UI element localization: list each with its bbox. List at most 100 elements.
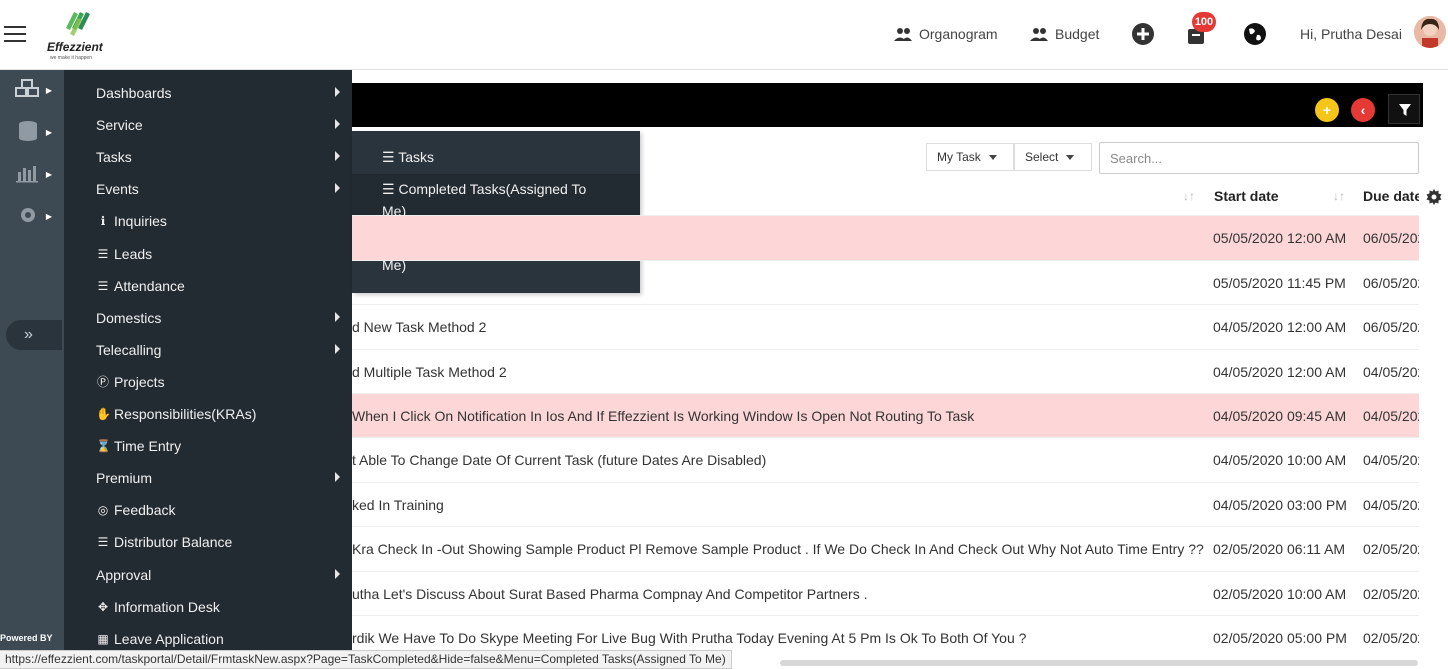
menu-item-distributor-balance[interactable]: ☰ Distributor Balance: [64, 526, 352, 558]
menu-item-responsibilities-kras[interactable]: ✋ Responsibilities(KRAs): [64, 398, 352, 430]
sidebar-expand-button[interactable]: »: [6, 320, 62, 350]
table-row[interactable]: d Multiple Task Method 2 04/05/2020 12:00…: [352, 349, 1419, 394]
content-header-bar: [352, 83, 1423, 127]
due-date-cell: 04/05/2020: [1363, 408, 1419, 424]
menu-item-events[interactable]: Events: [64, 173, 352, 205]
caret-down-icon: [1066, 155, 1075, 161]
menu-item-label: Time Entry: [114, 438, 182, 455]
database-icon: [19, 121, 37, 141]
filter-button[interactable]: [1388, 94, 1420, 124]
menu-item-tasks[interactable]: Tasks: [64, 141, 352, 173]
table-row[interactable]: 05/05/2020 11:45 PM 06/05/2020: [352, 260, 1419, 305]
menu-item-projects[interactable]: Ⓟ Projects: [64, 366, 352, 398]
start-date-cell: 04/05/2020 12:00 AM: [1213, 364, 1347, 380]
chevron-right-icon: [335, 472, 340, 483]
back-button[interactable]: ‹: [1351, 98, 1375, 122]
menu-item-label: Responsibilities(KRAs): [114, 406, 257, 422]
table-row[interactable]: d New Task Method 2 04/05/2020 12:00 AM 06…: [352, 304, 1419, 349]
menu-item-label: Feedback: [114, 502, 176, 519]
menu-item-label: Attendance: [114, 277, 185, 294]
menu-item-label: Approval: [96, 566, 152, 583]
menu-item-information-desk[interactable]: ✥ Information Desk: [64, 591, 352, 623]
column-due-date[interactable]: Due date: [1363, 188, 1419, 204]
menu-item-approval[interactable]: Approval: [64, 559, 352, 591]
menu-item-label: Leads: [114, 245, 153, 262]
submenu-item-tasks[interactable]: ☰ Tasks: [352, 146, 640, 168]
sort-icon[interactable]: ↓↑: [1333, 189, 1345, 203]
organogram-link[interactable]: Organogram: [893, 26, 998, 42]
horizontal-scrollbar[interactable]: [780, 660, 1418, 666]
user-avatar[interactable]: [1414, 16, 1446, 48]
status-bar-url: https://effezzient.com/taskportal/Detail…: [0, 650, 732, 669]
rail-settings[interactable]: ▶: [14, 204, 56, 232]
start-date-cell: 04/05/2020 10:00 AM: [1213, 452, 1347, 468]
menu-item-label: Domestics: [96, 309, 162, 326]
select-dropdown[interactable]: Select: [1014, 143, 1092, 171]
list-icon: ☰: [97, 535, 109, 550]
double-chevron-right-icon: »: [24, 326, 33, 343]
menu-item-label: Tasks: [96, 149, 132, 166]
due-date-cell: 06/05/2020: [1363, 319, 1419, 335]
menu-item-label: Telecalling: [96, 341, 162, 358]
menu-item-service[interactable]: Service: [64, 109, 352, 141]
hourglass-icon: ⌛: [96, 439, 111, 454]
globe-icon[interactable]: [1243, 22, 1267, 46]
menu-item-dashboards[interactable]: Dashboards: [64, 77, 352, 109]
hamburger-menu-icon[interactable]: [4, 26, 26, 42]
gear-icon[interactable]: [1424, 187, 1444, 207]
table-row[interactable]: 05/05/2020 12:00 AM 06/05/2020: [352, 215, 1419, 260]
menu-item-feedback[interactable]: ◎ Feedback: [64, 494, 352, 526]
caret-down-icon: [988, 155, 997, 161]
my-task-dropdown[interactable]: My Task: [926, 143, 1014, 171]
menu-item-time-entry[interactable]: ⌛ Time Entry: [64, 430, 352, 462]
menu-item-attendance[interactable]: ☰ Attendance: [64, 270, 352, 302]
table-row[interactable]: Kra Check In -Out Showing Sample Product…: [352, 526, 1419, 571]
menu-item-label: Leave Application: [114, 630, 224, 647]
budget-link[interactable]: Budget: [1029, 26, 1099, 42]
organogram-label: Organogram: [919, 26, 998, 42]
rail-cubes[interactable]: ▶: [14, 78, 56, 106]
add-task-button[interactable]: +: [1315, 98, 1339, 122]
start-date-cell: 04/05/2020 12:00 AM: [1213, 319, 1347, 335]
hand-icon: ✋: [96, 407, 111, 421]
menu-item-inquiries[interactable]: ℹ Inquiries: [64, 205, 352, 237]
menu-item-leads[interactable]: ☰ Leads: [64, 238, 352, 270]
task-title: t Able To Change Date Of Current Task (f…: [352, 452, 767, 468]
start-date-cell: 02/05/2020 05:00 PM: [1213, 630, 1347, 646]
search-input[interactable]: [1099, 142, 1419, 174]
due-date-cell: 02/05/2020: [1363, 586, 1419, 602]
user-greeting[interactable]: Hi, Prutha Desai: [1300, 26, 1402, 42]
menu-item-label: Inquiries: [114, 213, 167, 230]
budget-label: Budget: [1055, 26, 1100, 42]
chevron-right-icon: [335, 568, 340, 579]
menu-item-label: Service: [96, 117, 143, 134]
sort-icon[interactable]: ↓↑: [1183, 189, 1195, 203]
task-title: ked In Training: [352, 497, 444, 513]
menu-item-domestics[interactable]: Domestics: [64, 302, 352, 334]
menu-item-telecalling[interactable]: Telecalling: [64, 334, 352, 366]
table-row[interactable]: ked In Training 04/05/2020 03:00 PM 04/05/…: [352, 482, 1419, 527]
due-date-cell: 02/05/2020: [1363, 630, 1419, 646]
rail-database[interactable]: ▶: [14, 120, 56, 148]
menu-item-label: Projects: [114, 373, 165, 390]
list-icon: ☰: [97, 246, 109, 261]
table-row[interactable]: t Able To Change Date Of Current Task (f…: [352, 437, 1419, 482]
add-circle-icon[interactable]: [1131, 22, 1155, 46]
crosshair-icon: ✥: [97, 599, 109, 614]
chevron-right-icon: [335, 119, 340, 130]
table-row[interactable]: When I Click On Notification In Ios And …: [352, 393, 1419, 438]
task-title: d Multiple Task Method 2: [352, 364, 507, 380]
menu-item-label: Premium: [96, 470, 153, 487]
start-date-cell: 02/05/2020 10:00 AM: [1213, 586, 1347, 602]
plus-icon: +: [1322, 102, 1332, 118]
sidebar-rail: ▶ ▶ ▶ ▶ »: [0, 70, 64, 650]
list-icon: ☰: [382, 149, 395, 165]
table-row[interactable]: utha Let's Discuss About Surat Based Pha…: [352, 571, 1419, 616]
due-date-cell: 06/05/2020: [1363, 275, 1419, 291]
column-start-date[interactable]: Start date: [1214, 188, 1279, 204]
task-title: utha Let's Discuss About Surat Based Pha…: [352, 586, 868, 602]
menu-item-premium[interactable]: Premium: [64, 462, 352, 494]
task-title: Kra Check In -Out Showing Sample Product…: [352, 541, 1204, 557]
rail-chart[interactable]: ▶: [14, 162, 56, 190]
list-icon: ☰: [382, 181, 395, 197]
